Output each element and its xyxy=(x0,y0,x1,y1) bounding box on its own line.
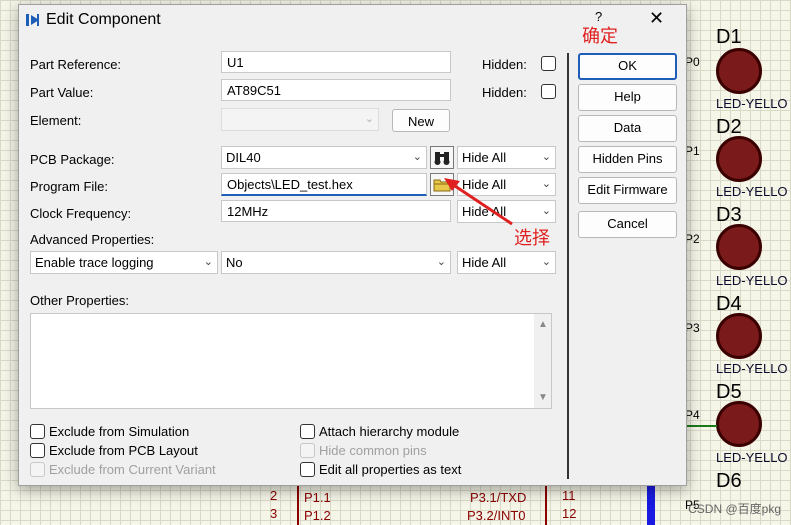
part-reference-input[interactable]: U1 xyxy=(221,51,451,73)
led-ref-d6: D6 xyxy=(716,470,742,492)
close-icon[interactable]: ✕ xyxy=(649,8,664,29)
clock-frequency-label: Clock Frequency: xyxy=(30,206,132,221)
chip-pin-num: 12 xyxy=(562,506,577,521)
led-name-d3: LED-YELLO xyxy=(716,273,788,288)
scroll-down-icon[interactable]: ▼ xyxy=(538,392,548,403)
help-button[interactable]: Help xyxy=(578,84,677,111)
advanced-property-select[interactable]: Enable trace logging ⌄ xyxy=(30,251,218,274)
binoculars-icon xyxy=(434,152,450,165)
clock-frequency-input[interactable]: 12MHz xyxy=(221,200,451,222)
hide-common-pins-label: Hide common pins xyxy=(319,443,427,458)
chip-pin-num: 11 xyxy=(562,488,576,503)
annotation-arrow-icon xyxy=(444,178,513,226)
chip-pin-name: P1.2 xyxy=(304,508,331,523)
data-button[interactable]: Data xyxy=(578,115,677,142)
chevron-down-icon: ⌄ xyxy=(541,151,551,163)
chevron-down-icon: ⌄ xyxy=(541,178,551,190)
pin-label-p2: P2 xyxy=(685,232,700,246)
chevron-down-icon: ⌄ xyxy=(541,256,551,268)
exclude-simulation-checkbox[interactable] xyxy=(30,424,45,439)
watermark: CSDN @百度pkg xyxy=(688,502,781,516)
bus-line xyxy=(647,486,655,525)
exclude-pcb-layout-label: Exclude from PCB Layout xyxy=(49,443,198,458)
chip-body-left xyxy=(297,486,299,525)
chevron-down-icon: ⌄ xyxy=(412,151,422,163)
pin-label-p1: P1 xyxy=(685,144,700,158)
pin-label-p4: P4 xyxy=(685,408,700,422)
program-file-input[interactable]: Objects\LED_test.hex xyxy=(221,173,427,196)
pin-label-p0: P0 xyxy=(685,55,700,69)
chevron-down-icon: ⌄ xyxy=(364,113,374,125)
pcb-package-visibility-select[interactable]: Hide All ⌄ xyxy=(457,146,556,169)
led-d3[interactable] xyxy=(716,224,762,270)
new-element-button[interactable]: New xyxy=(392,109,450,132)
chip-pin-num: 3 xyxy=(270,506,278,521)
chip-pin-name: P3.1/TXD xyxy=(470,490,527,505)
other-properties-label: Other Properties: xyxy=(30,293,129,308)
edit-as-text-label: Edit all properties as text xyxy=(319,462,462,477)
edit-firmware-button[interactable]: Edit Firmware xyxy=(578,177,677,204)
led-name-d2: LED-YELLO xyxy=(716,184,788,199)
other-properties-textarea[interactable]: ▲ ▼ xyxy=(30,313,552,409)
led-d5[interactable] xyxy=(716,401,762,447)
advanced-property-visibility-select[interactable]: Hide All ⌄ xyxy=(457,251,556,274)
advanced-property-value-select[interactable]: No ⌄ xyxy=(221,251,451,274)
scroll-up-icon[interactable]: ▲ xyxy=(538,319,548,330)
cancel-button[interactable]: Cancel xyxy=(578,211,677,238)
led-name-d1: LED-YELLO xyxy=(716,96,788,111)
program-file-label: Program File: xyxy=(30,179,109,194)
exclude-current-variant-checkbox xyxy=(30,462,45,477)
attach-hierarchy-label: Attach hierarchy module xyxy=(319,424,460,439)
led-d1[interactable] xyxy=(716,48,762,94)
dialog-title: Edit Component xyxy=(46,11,161,28)
led-d4[interactable] xyxy=(716,313,762,359)
edit-component-dialog: Edit Component ? ✕ Part Reference: U1 Hi… xyxy=(18,4,687,486)
component-icon xyxy=(26,14,39,26)
exclude-pcb-layout-checkbox[interactable] xyxy=(30,443,45,458)
element-select: ⌄ xyxy=(221,108,379,131)
hide-common-pins-checkbox xyxy=(300,443,315,458)
part-value-hidden-checkbox[interactable] xyxy=(541,84,556,99)
chevron-down-icon: ⌄ xyxy=(436,256,446,268)
part-reference-hidden-label: Hidden: xyxy=(482,57,527,72)
chip-body-right xyxy=(545,486,547,525)
exclude-simulation-label: Exclude from Simulation xyxy=(49,424,190,439)
chip-pin-name: P3.2/INT0 xyxy=(467,508,526,523)
vertical-separator xyxy=(567,53,569,479)
chip-pin-num: 2 xyxy=(270,488,278,503)
chip-pin-name: P1.1 xyxy=(304,490,331,505)
led-name-d4: LED-YELLO xyxy=(716,361,788,376)
wire xyxy=(687,425,717,427)
part-reference-label: Part Reference: xyxy=(30,57,122,72)
chevron-down-icon: ⌄ xyxy=(541,205,551,217)
advanced-properties-label: Advanced Properties: xyxy=(30,232,155,247)
led-ref-d1: D1 xyxy=(716,26,742,48)
attach-hierarchy-checkbox[interactable] xyxy=(300,424,315,439)
part-value-input[interactable]: AT89C51 xyxy=(221,79,451,101)
pcb-package-select[interactable]: DIL40 ⌄ xyxy=(221,146,427,169)
chevron-down-icon: ⌄ xyxy=(203,256,213,268)
pcb-package-label: PCB Package: xyxy=(30,152,115,167)
exclude-current-variant-label: Exclude from Current Variant xyxy=(49,462,216,477)
annotation-confirm: 确定 xyxy=(582,26,618,46)
part-value-label: Part Value: xyxy=(30,85,94,100)
led-d2[interactable] xyxy=(716,136,762,182)
ok-button[interactable]: OK xyxy=(578,53,677,80)
part-value-hidden-label: Hidden: xyxy=(482,85,527,100)
element-label: Element: xyxy=(30,113,82,128)
pin-label-p3: P3 xyxy=(685,321,700,335)
hidden-pins-button[interactable]: Hidden Pins xyxy=(578,146,677,173)
led-name-d5: LED-YELLO xyxy=(716,450,788,465)
package-browse-button[interactable] xyxy=(430,146,454,169)
other-properties-scrollbar[interactable]: ▲ ▼ xyxy=(534,314,551,408)
part-reference-hidden-checkbox[interactable] xyxy=(541,56,556,71)
edit-as-text-checkbox[interactable] xyxy=(300,462,315,477)
